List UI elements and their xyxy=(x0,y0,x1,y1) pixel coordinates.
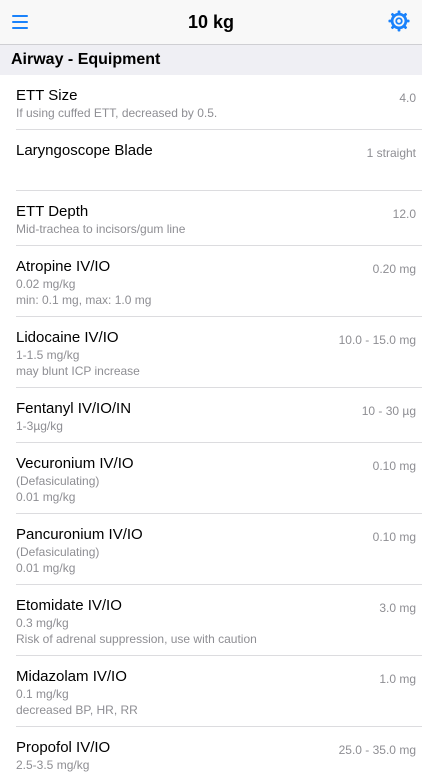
list-item[interactable]: Etomidate IV/IO 0.3 mg/kg Risk of adrenal … xyxy=(0,585,422,656)
item-label: Pancuronium IV/IO xyxy=(16,526,143,543)
item-detail: decreased BP, HR, RR xyxy=(16,703,138,717)
gear-icon-graphic xyxy=(388,10,410,32)
section-title: Airway - Equipment xyxy=(11,51,161,68)
item-detail: If using cuffed ETT, decreased by 0.5. xyxy=(16,106,218,120)
item-detail: (Defasiculating) xyxy=(16,474,100,488)
item-value: 0.10 mg xyxy=(372,530,416,544)
item-detail: 0.1 mg/kg xyxy=(16,687,69,701)
item-label: Etomidate IV/IO xyxy=(16,597,122,614)
list-item[interactable]: Atropine IV/IO 0.02 mg/kg min: 0.1 mg, max… xyxy=(0,246,422,317)
item-label: Midazolam IV/IO xyxy=(16,668,127,685)
item-detail: min: 0.1 mg, max: 1.0 mg xyxy=(16,293,152,307)
list-item[interactable]: Laryngoscope Blade 1 straight xyxy=(0,130,422,191)
list-item[interactable]: Vecuronium IV/IO (Defasiculating) 0.01 mg/… xyxy=(0,443,422,514)
list-item[interactable]: ETT Depth Mid-trachea to incisors/gum lin… xyxy=(0,191,422,246)
item-label: Laryngoscope Blade xyxy=(16,142,153,159)
list-item[interactable]: ETT Size If using cuffed ETT, decreased b… xyxy=(0,75,422,130)
item-value: 25.0 - 35.0 mg xyxy=(338,743,416,757)
list-item[interactable]: Pancuronium IV/IO (Defasiculating) 0.01 mg… xyxy=(0,514,422,585)
item-detail: 1-3µg/kg xyxy=(16,419,63,433)
item-value: 10 - 30 µg xyxy=(361,404,416,418)
item-detail: 1-1.5 mg/kg xyxy=(16,348,80,362)
item-detail: (Defasiculating) xyxy=(16,545,100,559)
item-detail: 0.02 mg/kg xyxy=(16,277,76,291)
list-item[interactable]: Lidocaine IV/IO 1-1.5 mg/kg may blunt ICP … xyxy=(0,317,422,388)
navigation-bar: 10 kg xyxy=(0,0,422,45)
item-value: 1.0 mg xyxy=(379,672,416,686)
item-label: Atropine IV/IO xyxy=(16,258,111,275)
gear-icon[interactable] xyxy=(388,10,410,32)
item-label: Fentanyl IV/IO/IN xyxy=(16,400,132,417)
item-detail: 0.01 mg/kg xyxy=(16,561,76,575)
item-detail: 0.01 mg/kg xyxy=(16,490,76,504)
item-detail: 2.5-3.5 mg/kg xyxy=(16,758,90,772)
item-detail: Risk of adrenal suppression, use with ca… xyxy=(16,632,257,646)
item-value: 12.0 xyxy=(392,207,416,221)
item-label: ETT Size xyxy=(16,87,78,104)
item-label: ETT Depth xyxy=(16,203,89,220)
section-header: Airway - Equipment xyxy=(0,45,422,75)
medication-list: ETT Size If using cuffed ETT, decreased b… xyxy=(0,75,422,782)
list-item[interactable]: Midazolam IV/IO 0.1 mg/kg decreased BP, HR… xyxy=(0,656,422,727)
item-detail: Mid-trachea to incisors/gum line xyxy=(16,222,186,236)
item-value: 3.0 mg xyxy=(379,601,416,615)
list-item[interactable]: Fentanyl IV/IO/IN 1-3µg/kg 10 - 30 µg xyxy=(0,388,422,443)
page-title: 10 kg xyxy=(187,12,235,32)
item-value: 4.0 xyxy=(399,91,416,105)
item-value: 0.10 mg xyxy=(372,459,416,473)
list-item[interactable]: Propofol IV/IO 2.5-3.5 mg/kg 25.0 - 35.0 m… xyxy=(0,727,422,782)
item-value: 1 straight xyxy=(366,146,416,160)
item-label: Vecuronium IV/IO xyxy=(16,455,134,472)
item-value: 0.20 mg xyxy=(372,262,416,276)
item-detail: may blunt ICP increase xyxy=(16,364,140,378)
item-detail: 0.3 mg/kg xyxy=(16,616,69,630)
item-value: 10.0 - 15.0 mg xyxy=(338,333,416,347)
